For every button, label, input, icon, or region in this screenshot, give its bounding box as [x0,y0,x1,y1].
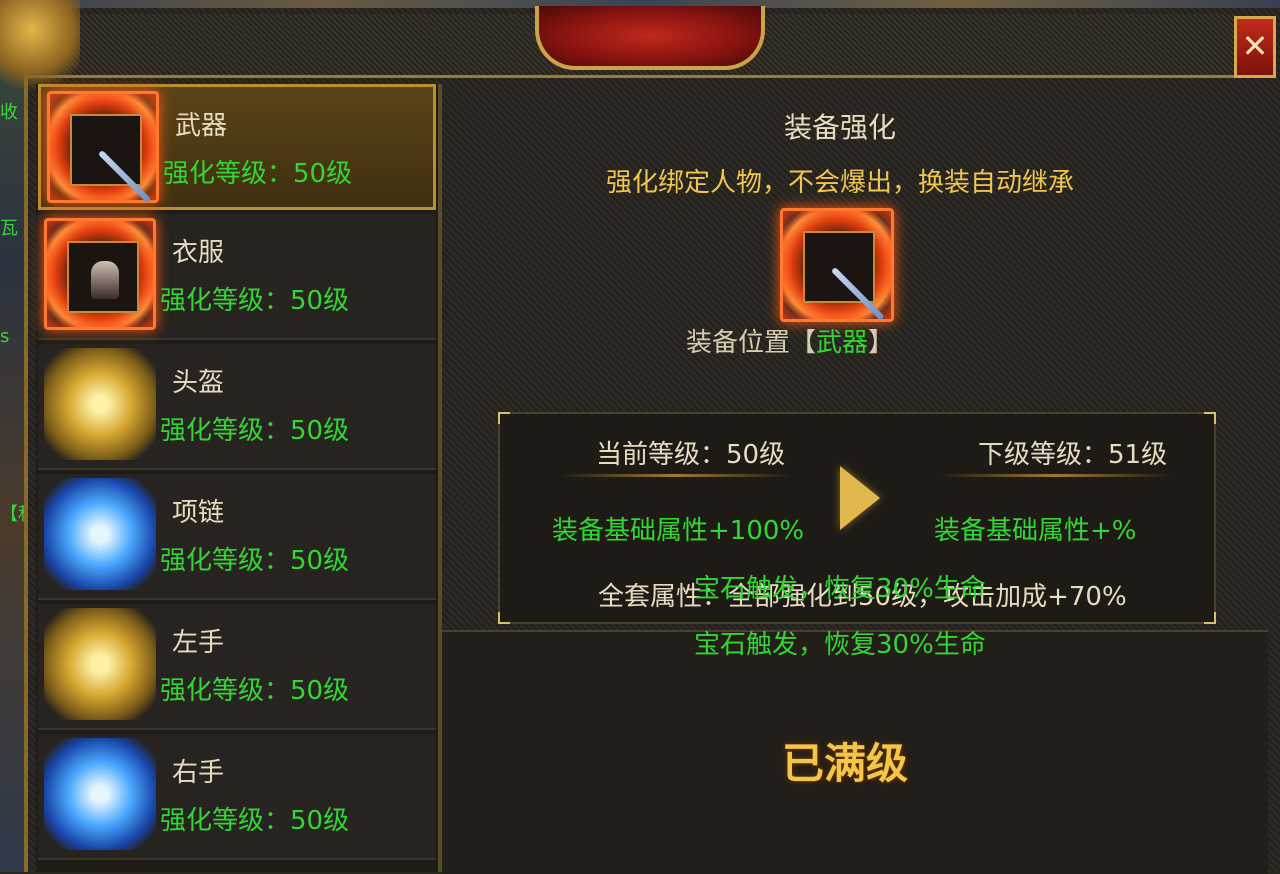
list-item-right-hand[interactable]: 右手 强化等级：50级 [38,734,436,860]
item-level: 强化等级：50级 [160,546,350,576]
left-bracer-icon [44,608,156,720]
robe-figure [91,261,119,299]
equipment-position: 装备位置【武器】 [640,322,940,359]
arrow-right-icon [840,466,880,530]
helmet-icon [44,348,156,460]
item-level: 强化等级：50级 [163,159,353,189]
item-name: 项链 [172,498,225,528]
max-level-label: 已满级 [781,739,908,788]
sword-blade [830,266,885,321]
item-name: 头盔 [172,368,225,398]
next-level: 下级等级：51级 [978,440,1168,470]
equipment-list: 武器 强化等级：50级 衣服 强化等级：50级 头盔 强化等级：50级 项链 强… [36,84,438,872]
icon-frame [70,114,152,204]
item-name: 右手 [172,758,225,788]
item-level: 强化等级：50级 [160,806,350,836]
item-name: 衣服 [172,238,225,268]
next-attribute: 装备基础属性+% [934,516,1137,546]
panel-title: 装备强化 [783,111,896,144]
position-suffix: 】 [868,328,895,358]
list-item-necklace[interactable]: 项链 强化等级：50级 [38,474,436,600]
title-ornament [535,6,765,70]
item-name: 左手 [172,628,225,658]
item-level: 强化等级：50级 [160,416,350,446]
sword-blade [97,149,152,204]
hud-text: 收 [0,102,18,123]
corner-ornament [498,412,510,424]
gem-effect: 宝石触发，恢复30%生命 [694,574,986,604]
item-level: 强化等级：50级 [160,676,350,706]
right-bracer-icon [44,738,156,850]
necklace-icon [44,478,156,590]
panel-subtitle: 强化绑定人物，不会爆出，换装自动继承 [605,168,1074,198]
icon-frame [67,241,139,313]
current-attribute: 装备基础属性+100% [552,516,805,546]
icon-frame [803,231,885,321]
item-name: 武器 [175,111,228,141]
position-prefix: 装备位置【 [685,328,816,358]
close-button[interactable]: ✕ [1234,16,1276,78]
divider [560,474,790,477]
divider [940,474,1170,477]
list-item-armor[interactable]: 衣服 强化等级：50级 [38,214,436,340]
list-item-helmet[interactable]: 头盔 强化等级：50级 [38,344,436,470]
hud-text: 瓦 [0,218,18,239]
gem-effect: 宝石触发，恢复30%生命 [694,630,986,660]
corner-ornament [498,612,510,624]
current-level: 当前等级：50级 [596,440,786,470]
corner-ornament [1204,412,1216,424]
hud-text: s [0,326,10,347]
item-level: 强化等级：50级 [160,286,350,316]
position-value: 武器 [815,328,868,358]
sword-icon [47,91,159,204]
selected-equipment-icon [780,208,894,322]
corner-ornament [1204,612,1216,624]
robe-icon [44,218,156,330]
list-item-weapon[interactable]: 武器 强化等级：50级 [38,84,436,210]
list-item-left-hand[interactable]: 左手 强化等级：50级 [38,604,436,730]
